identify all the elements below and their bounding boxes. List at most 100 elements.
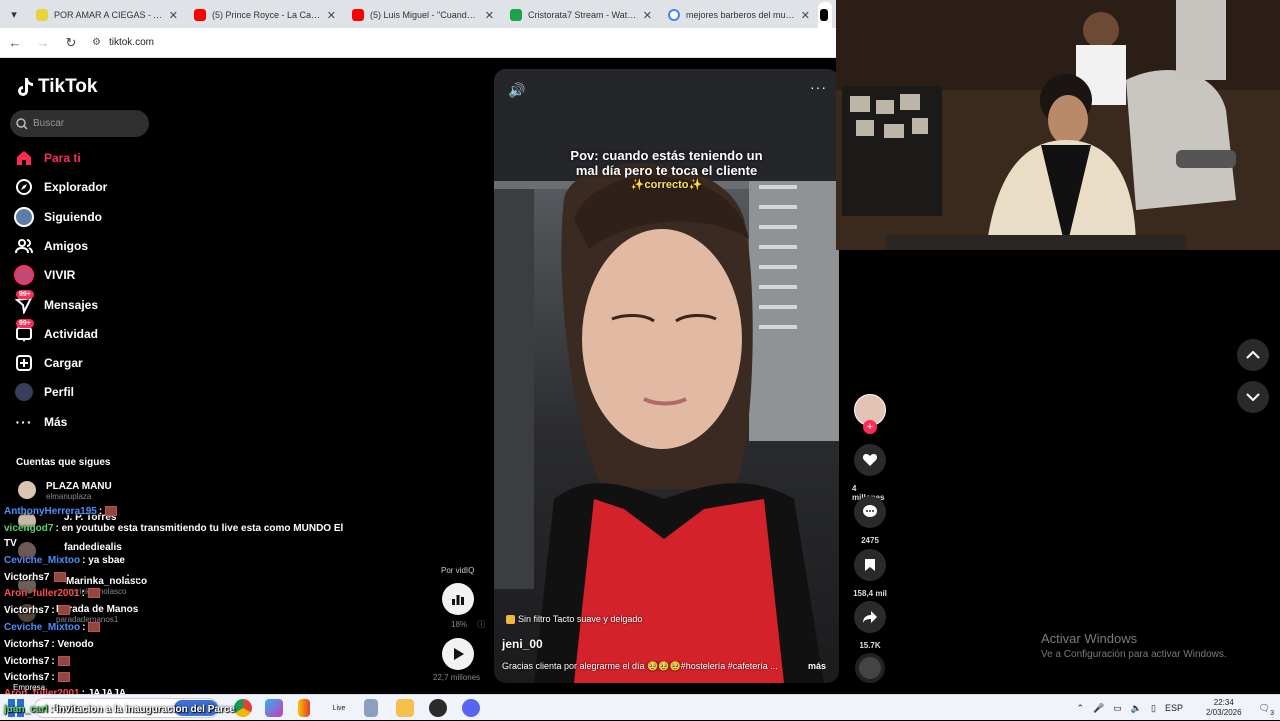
vidiq-percent: 18% ⓘ	[451, 619, 485, 630]
close-tab-icon[interactable]: ✕	[801, 9, 810, 22]
calculator-icon[interactable]	[364, 699, 378, 717]
speaker-icon[interactable]: 🔈	[1131, 703, 1142, 714]
copilot-icon[interactable]	[265, 699, 283, 717]
nav-para-ti[interactable]: Para ti	[14, 146, 81, 170]
share-button[interactable]: 15.7K	[852, 601, 888, 650]
following-account[interactable]: PLAZA MANUelmanuplaza	[18, 481, 112, 502]
caption-line: Pov: cuando estás teniendo un	[494, 148, 839, 163]
music-disc-button[interactable]	[852, 653, 888, 683]
more-button[interactable]: más	[808, 661, 826, 671]
tab-title: mejores barberos del mundo -	[686, 10, 795, 20]
tab-search-menu-icon[interactable]: ▾	[0, 0, 28, 28]
back-icon[interactable]: ←	[8, 35, 22, 50]
chrome-icon[interactable]	[234, 699, 252, 717]
vidiq-stats-button[interactable]	[442, 583, 474, 615]
browser-tab[interactable]: (5) Prince Royce - La Carretera ✕	[186, 2, 344, 28]
video-author[interactable]: jeni_00	[502, 637, 543, 651]
next-video-button[interactable]	[1237, 381, 1269, 413]
effect-tag[interactable]: Sin filtro Tacto suave y delgado	[506, 614, 642, 624]
nav-amigos[interactable]: Amigos	[14, 234, 88, 258]
effect-icon	[506, 615, 515, 624]
nav-label: Para ti	[44, 151, 81, 165]
nav-vivir[interactable]: VIVIR	[14, 263, 75, 287]
chat-text: : ...	[126, 572, 140, 583]
obs-icon[interactable]	[429, 699, 447, 717]
language-indicator[interactable]: ESP	[1165, 703, 1183, 713]
info-icon[interactable]: ⓘ	[477, 620, 485, 629]
share-icon	[854, 601, 886, 633]
friends-icon	[14, 236, 34, 256]
nav-label: Mensajes	[44, 298, 98, 312]
microphone-icon[interactable]: 🎤	[1093, 703, 1104, 714]
chat-username: juan_carl	[4, 704, 48, 715]
close-tab-icon[interactable]: ✕	[327, 9, 336, 22]
avatar	[18, 481, 36, 499]
follow-plus-icon[interactable]: +	[863, 420, 877, 434]
battery-icon[interactable]: ▯	[1151, 703, 1156, 714]
nav-mas[interactable]: ··· Más	[14, 410, 67, 434]
nav-explorador[interactable]: Explorador	[14, 175, 107, 199]
more-icon: ···	[14, 412, 34, 432]
tiktok-logo-icon	[16, 77, 34, 97]
live-app-icon[interactable]: Live	[330, 699, 348, 717]
tiktok-logo[interactable]: TikTok	[16, 76, 97, 98]
search-icon	[16, 118, 28, 130]
chat-message: AnthonyHerrera195:	[4, 506, 117, 517]
browser-tab[interactable]: (5) Luis Miguel - "Cuando Calienta el So…	[344, 2, 502, 28]
browser-tab[interactable]: Cristorata7 Stream - Watch Live ✕	[502, 2, 660, 28]
save-button[interactable]: 158,4 mil	[852, 549, 888, 598]
close-tab-icon[interactable]: ✕	[485, 9, 494, 22]
upload-icon	[14, 353, 34, 373]
nav-mensajes[interactable]: 99+ Mensajes	[14, 293, 98, 317]
notification-icon[interactable]: 🗨3	[1259, 703, 1270, 714]
nav-label: Amigos	[44, 239, 88, 253]
nav-cargar[interactable]: Cargar	[14, 351, 83, 375]
like-button[interactable]: 4 millones	[852, 444, 888, 502]
chat-username: vicengod7	[4, 523, 53, 534]
nav-actividad[interactable]: 99+ Actividad	[14, 322, 98, 346]
youtube-icon	[194, 9, 206, 21]
chevron-up-icon[interactable]: ⌃	[1077, 703, 1085, 714]
video-player[interactable]: 🔊 ··· Pov: cuando estás teniendo un mal …	[494, 69, 839, 683]
browser-tab[interactable]: mejores barberos del mundo - ✕	[660, 2, 818, 28]
site-info-icon[interactable]: ⚙	[92, 37, 101, 48]
nav-perfil[interactable]: Perfil	[14, 380, 74, 404]
more-options-icon[interactable]: ···	[810, 79, 827, 95]
nav-label: Explorador	[44, 180, 107, 194]
chat-message: TV	[4, 538, 19, 549]
discord-icon[interactable]	[462, 699, 480, 717]
nav-label: Siguiendo	[44, 210, 102, 224]
comment-button[interactable]: 2475	[852, 496, 888, 545]
creator-avatar-button[interactable]: +	[852, 394, 888, 434]
chat-message: juan_carl: invitacion a la inauguracion …	[4, 704, 235, 715]
url-field[interactable]: ⚙ tiktok.com	[92, 37, 154, 48]
play-button[interactable]	[442, 638, 474, 670]
streamer-webcam	[836, 0, 1280, 250]
tiktok-brand-text: TikTok	[38, 76, 97, 98]
network-icon[interactable]: ▭	[1113, 703, 1122, 714]
browser-tab[interactable]: POR AMAR A CIEGAS - Arcángel ✕	[28, 2, 186, 28]
profile-icon	[14, 382, 34, 402]
chat-text: :	[51, 656, 54, 667]
account-name: PLAZA MANU	[46, 481, 112, 492]
tab-title: (5) Prince Royce - La Carretera	[212, 10, 321, 20]
app-shield-icon[interactable]	[298, 699, 310, 717]
chat-username: Victorhs7	[4, 639, 49, 650]
chat-username: Victorhs7	[4, 605, 49, 616]
search-input[interactable]	[33, 118, 133, 129]
forward-icon[interactable]: →	[36, 35, 50, 50]
close-tab-icon[interactable]: ✕	[169, 9, 178, 22]
bookmark-icon	[854, 549, 886, 581]
close-tab-icon[interactable]: ✕	[643, 9, 652, 22]
clock[interactable]: 22:34 2/03/2026	[1206, 698, 1242, 718]
nav-siguiendo[interactable]: Siguiendo	[14, 205, 102, 229]
search-box[interactable]	[10, 110, 149, 137]
file-explorer-icon[interactable]	[396, 699, 414, 717]
volume-icon[interactable]: 🔊	[508, 82, 525, 99]
chat-text: :	[99, 506, 102, 517]
chat-message: Aron_fuller2001:	[4, 588, 100, 599]
video-caption: Pov: cuando estás teniendo un mal día pe…	[494, 148, 839, 193]
browser-tab-active[interactable]	[818, 2, 832, 28]
reload-icon[interactable]: ↻	[64, 35, 78, 51]
previous-video-button[interactable]	[1237, 339, 1269, 371]
